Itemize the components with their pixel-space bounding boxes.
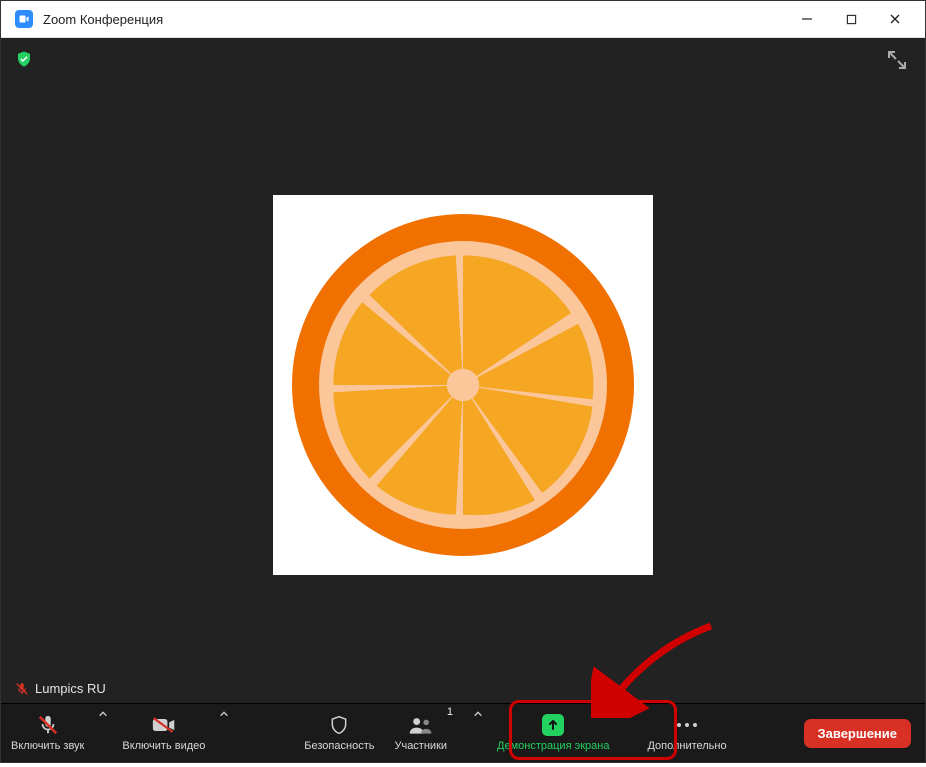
audio-options-caret[interactable] bbox=[94, 699, 112, 767]
dots-icon bbox=[675, 721, 699, 729]
maximize-button[interactable] bbox=[829, 1, 873, 37]
share-label: Демонстрация экрана bbox=[497, 740, 609, 752]
video-area bbox=[1, 38, 925, 762]
share-screen-icon bbox=[542, 714, 564, 736]
participants-button[interactable]: 1 Участники bbox=[384, 704, 469, 762]
encryption-shield-icon[interactable] bbox=[15, 50, 33, 68]
participants-options-caret[interactable] bbox=[469, 699, 487, 767]
window-controls bbox=[785, 1, 917, 37]
video-label: Включить видео bbox=[122, 740, 205, 752]
end-label: Завершение bbox=[818, 726, 898, 741]
share-options-caret[interactable] bbox=[619, 699, 637, 767]
audio-button[interactable]: Включить звук bbox=[1, 704, 94, 762]
participants-label: Участники bbox=[394, 740, 447, 752]
video-off-icon bbox=[152, 715, 176, 735]
app-window: Zoom Конференция bbox=[0, 0, 926, 763]
end-meeting-button[interactable]: Завершение bbox=[804, 719, 912, 748]
titlebar: Zoom Конференция bbox=[1, 1, 925, 38]
shield-icon bbox=[329, 714, 349, 736]
close-button[interactable] bbox=[873, 1, 917, 37]
security-button[interactable]: Безопасность bbox=[294, 704, 384, 762]
window-title: Zoom Конференция bbox=[43, 12, 785, 27]
participant-name-label: Lumpics RU bbox=[15, 681, 106, 696]
audio-label: Включить звук bbox=[11, 740, 84, 752]
video-button[interactable]: Включить видео bbox=[112, 704, 215, 762]
participants-icon bbox=[408, 715, 434, 735]
video-options-caret[interactable] bbox=[215, 699, 233, 767]
mic-muted-icon bbox=[15, 682, 29, 696]
meeting-content: Lumpics RU Включить звук bbox=[1, 38, 925, 762]
fullscreen-icon[interactable] bbox=[885, 48, 909, 72]
zoom-app-icon bbox=[15, 10, 33, 28]
share-screen-button[interactable]: Демонстрация экрана bbox=[487, 704, 619, 762]
more-button[interactable]: Дополнительно bbox=[637, 704, 736, 762]
meeting-toolbar: Включить звук Включить видео bbox=[1, 703, 925, 762]
security-label: Безопасность bbox=[304, 740, 374, 752]
participant-avatar bbox=[273, 195, 653, 575]
minimize-button[interactable] bbox=[785, 1, 829, 37]
mic-off-icon bbox=[37, 714, 59, 736]
participants-count: 1 bbox=[447, 706, 453, 718]
more-label: Дополнительно bbox=[647, 740, 726, 752]
orange-fruit-icon bbox=[283, 205, 643, 565]
participant-name-text: Lumpics RU bbox=[35, 681, 106, 696]
